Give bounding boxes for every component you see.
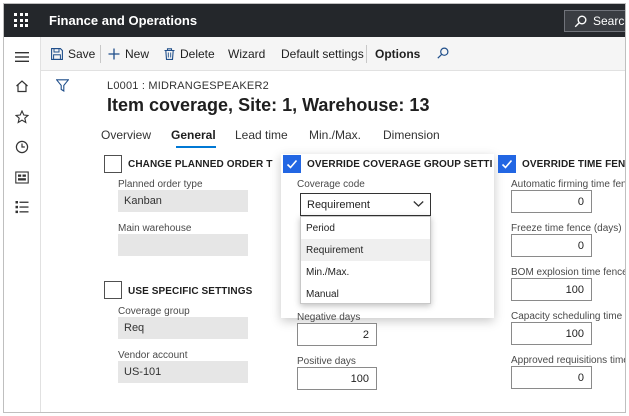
filter-icon[interactable]: [55, 79, 70, 97]
app-title: Finance and Operations: [49, 13, 198, 28]
waffle-grid-icon[interactable]: [14, 13, 28, 27]
options-button[interactable]: Options: [375, 47, 420, 61]
search-icon: [437, 47, 449, 59]
tab-overview[interactable]: Overview: [101, 128, 151, 142]
workspaces-icon[interactable]: [14, 169, 30, 185]
use-specific-settings-checkbox[interactable]: [104, 281, 122, 299]
main-warehouse-field: [118, 234, 248, 256]
breadcrumb: L0001 : MIDRANGESPEAKER2: [107, 80, 269, 92]
vendor-account-label: Vendor account: [118, 350, 188, 361]
change-planned-order-title: CHANGE PLANNED ORDER TYPI: [128, 159, 273, 170]
vendor-account-field: US-101: [118, 361, 248, 383]
bom-explosion-label: BOM explosion time fence: [511, 267, 626, 278]
coverage-code-dropdown[interactable]: Requirement: [300, 193, 431, 216]
active-tab-indicator: [176, 146, 216, 148]
plus-icon: [108, 48, 120, 60]
main-warehouse-label: Main warehouse: [118, 223, 192, 234]
checkmark-icon: [501, 159, 513, 169]
default-settings-button[interactable]: Default settings: [281, 47, 364, 61]
action-pane: Save New Delete Wizard Default settings …: [41, 37, 625, 71]
freeze-time-fence-label: Freeze time fence (days): [511, 223, 622, 234]
new-label: New: [125, 47, 150, 61]
coverage-group-label: Coverage group: [118, 306, 190, 317]
divider: [100, 45, 101, 63]
delete-button[interactable]: Delete: [164, 47, 215, 61]
tab-dimension[interactable]: Dimension: [383, 128, 440, 142]
chevron-down-icon: [413, 201, 424, 207]
trash-icon: [164, 48, 175, 60]
negative-days-label: Negative days: [297, 312, 361, 323]
action-search-button[interactable]: [437, 47, 449, 59]
left-navigation: [4, 37, 41, 412]
positive-days-label: Positive days: [297, 356, 356, 367]
capacity-scheduling-input[interactable]: 100: [511, 322, 592, 345]
wizard-button[interactable]: Wizard: [228, 47, 265, 61]
override-time-fences-checkbox[interactable]: [498, 155, 516, 173]
app-window: Finance and Operations Search: [3, 3, 626, 413]
planned-order-type-field: Kanban: [118, 190, 248, 212]
checkmark-icon: [286, 159, 298, 169]
positive-days-input[interactable]: 100: [297, 367, 377, 390]
search-label: Search: [593, 14, 625, 28]
tab-lead-time[interactable]: Lead time: [235, 128, 288, 142]
page-title: Item coverage, Site: 1, Warehouse: 13: [107, 95, 430, 115]
override-coverage-checkbox[interactable]: [283, 155, 301, 173]
save-button[interactable]: Save: [51, 47, 95, 61]
option-requirement[interactable]: Requirement: [301, 239, 430, 261]
divider: [366, 45, 367, 63]
use-specific-settings-title: USE SPECIFIC SETTINGS: [128, 286, 253, 297]
search-button[interactable]: Search: [564, 10, 625, 32]
new-button[interactable]: New: [108, 47, 149, 61]
option-manual[interactable]: Manual: [301, 283, 430, 305]
coverage-code-value: Requirement: [307, 199, 370, 211]
override-coverage-title: OVERRIDE COVERAGE GROUP SETTINGS: [307, 159, 493, 170]
auto-firming-input[interactable]: 0: [511, 190, 592, 213]
hamburger-menu-icon[interactable]: [14, 49, 30, 65]
option-period[interactable]: Period: [301, 217, 430, 239]
freeze-time-fence-input[interactable]: 0: [511, 234, 592, 257]
coverage-group-field: Req: [118, 317, 248, 339]
clock-recent-icon[interactable]: [14, 139, 30, 155]
change-planned-order-checkbox[interactable]: [104, 155, 122, 173]
tab-general[interactable]: General: [171, 128, 216, 142]
star-favorites-icon[interactable]: [14, 109, 30, 125]
auto-firming-label: Automatic firming time fence: [511, 179, 626, 190]
save-icon: [51, 48, 63, 60]
negative-days-input[interactable]: 2: [297, 323, 377, 346]
home-icon[interactable]: [14, 78, 30, 94]
capacity-scheduling-label: Capacity scheduling time fence: [511, 311, 625, 322]
planned-order-type-label: Planned order type: [118, 179, 203, 190]
coverage-code-label: Coverage code: [297, 179, 365, 190]
coverage-code-options: Period Requirement Min./Max. Manual: [300, 216, 431, 304]
approved-requisitions-label: Approved requisitions time fence: [511, 355, 625, 366]
search-icon: [574, 15, 587, 28]
save-label: Save: [68, 47, 96, 61]
bom-explosion-input[interactable]: 100: [511, 278, 592, 301]
delete-label: Delete: [180, 47, 215, 61]
override-time-fences-title: OVERRIDE TIME FENCES: [522, 159, 626, 170]
approved-requisitions-input[interactable]: 0: [511, 366, 592, 389]
modules-list-icon[interactable]: [14, 199, 30, 215]
top-bar: Finance and Operations Search: [4, 4, 625, 37]
option-min-max[interactable]: Min./Max.: [301, 261, 430, 283]
tab-min-max[interactable]: Min./Max.: [309, 128, 361, 142]
